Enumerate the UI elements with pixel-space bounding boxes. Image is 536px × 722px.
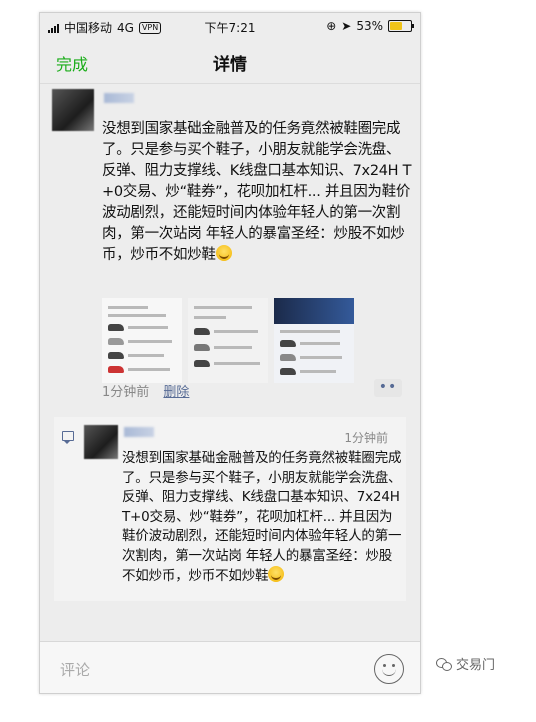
- location-icon: ➤: [341, 19, 352, 33]
- comment-text: 没想到国家基础金融普及的任务竟然被鞋圈完成了。只是参与买个鞋子，小朋友就能学会洗…: [122, 449, 404, 587]
- post-image-2[interactable]: [188, 298, 268, 383]
- laughing-emoji-icon: [215, 245, 232, 261]
- phone-screen: 中国移动 4G VPN 下午7:21 ⊕ ➤ 53% 完成 详情 没想到国家基础…: [39, 12, 421, 694]
- post-image-3[interactable]: [274, 298, 354, 383]
- battery-icon: [388, 20, 414, 32]
- watermark-text: 交易门: [456, 658, 496, 673]
- status-bar: 中国移动 4G VPN 下午7:21 ⊕ ➤ 53%: [40, 13, 420, 39]
- laughing-emoji-icon: [268, 566, 285, 582]
- navigation-bar: 完成 详情: [40, 39, 420, 84]
- watermark: 交易门: [436, 654, 495, 673]
- comment-icon: [62, 431, 74, 444]
- lock-rotation-icon: ⊕: [326, 19, 337, 33]
- comment-input[interactable]: 评论: [60, 659, 90, 680]
- wechat-icon: [436, 657, 452, 671]
- post-image-1[interactable]: [102, 298, 182, 383]
- post-time: 1分钟前: [102, 385, 150, 400]
- comment-avatar[interactable]: [84, 425, 118, 459]
- page-title: 详情: [213, 55, 247, 75]
- comment-section: 1分钟前 没想到国家基础金融普及的任务竟然被鞋圈完成了。只是参与买个鞋子，小朋友…: [54, 417, 406, 601]
- comment-author-name[interactable]: [124, 427, 154, 437]
- more-actions-button[interactable]: ••: [374, 379, 402, 397]
- post-author-name[interactable]: [104, 93, 134, 103]
- comment-input-bar: 评论: [40, 641, 420, 693]
- emoji-icon[interactable]: [374, 654, 404, 684]
- post-text-content: 没想到国家基础金融普及的任务竟然被鞋圈完成了。只是参与买个鞋子，小朋友就能学会洗…: [102, 121, 412, 263]
- comment-time: 1分钟前: [344, 431, 388, 445]
- post-avatar[interactable]: [52, 89, 94, 131]
- comment-text-content: 没想到国家基础金融普及的任务竟然被鞋圈完成了。只是参与买个鞋子，小朋友就能学会洗…: [122, 450, 402, 584]
- post-text: 没想到国家基础金融普及的任务竟然被鞋圈完成了。只是参与买个鞋子，小朋友就能学会洗…: [102, 119, 412, 266]
- delete-link[interactable]: 删除: [163, 385, 189, 400]
- post-meta: 1分钟前 删除: [102, 381, 189, 400]
- battery-percent: 53%: [356, 19, 383, 33]
